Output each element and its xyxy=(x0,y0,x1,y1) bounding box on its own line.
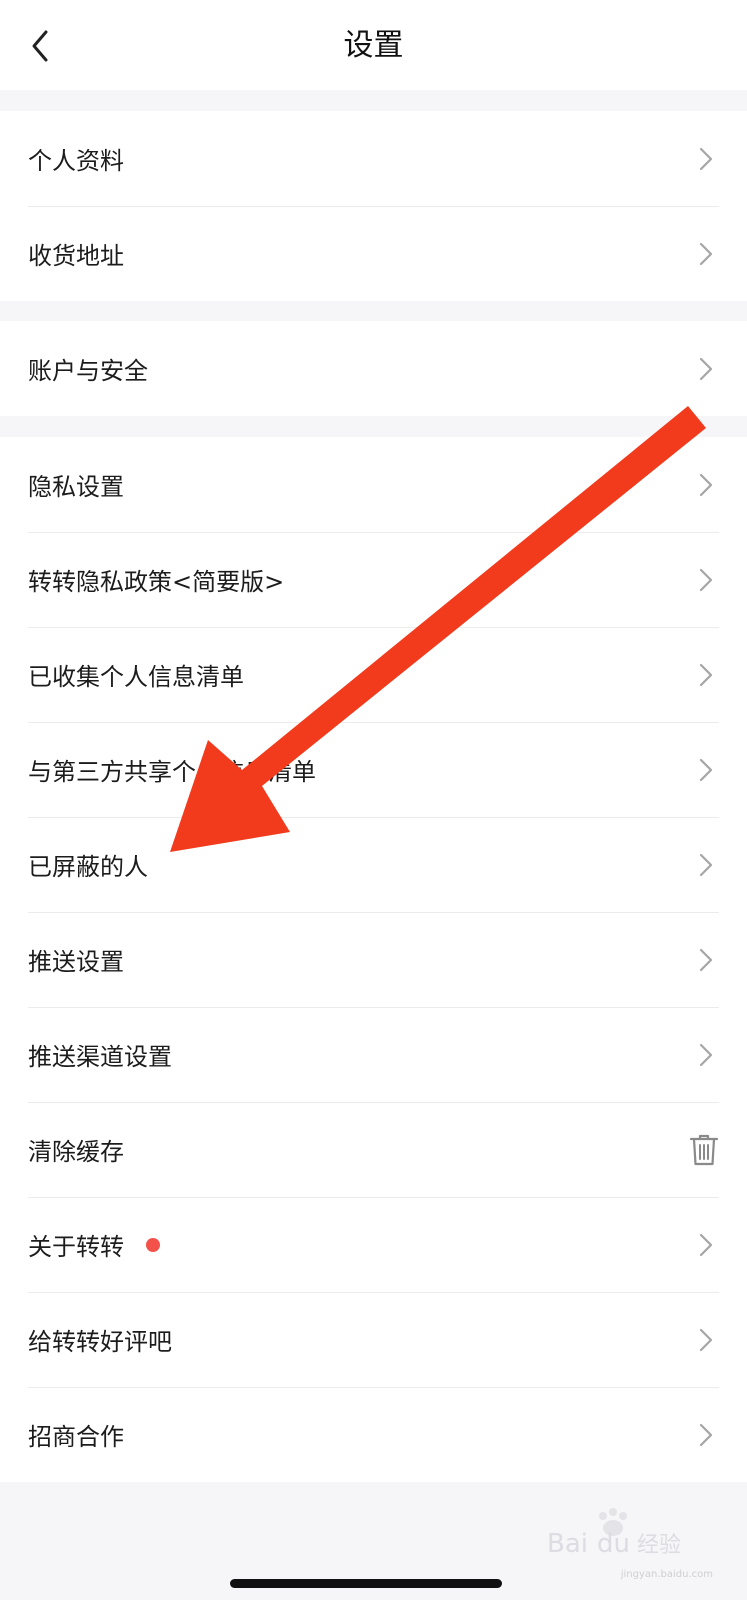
watermark-url: jingyan.baidu.com xyxy=(620,1569,713,1580)
chevron-right-icon xyxy=(699,1423,713,1446)
chevron-right-icon xyxy=(699,1328,713,1351)
settings-item-label: 关于转转 xyxy=(28,1233,124,1261)
settings-item-label: 隐私设置 xyxy=(28,473,124,501)
settings-item-privacy-policy[interactable]: 转转隐私政策<简要版> xyxy=(0,532,747,627)
chevron-right-icon xyxy=(699,663,713,686)
settings-item-label: 账户与安全 xyxy=(28,357,148,385)
settings-item-clear-cache[interactable]: 清除缓存 xyxy=(0,1102,747,1197)
svg-text:du: du xyxy=(597,1529,630,1559)
settings-item-address[interactable]: 收货地址 xyxy=(0,206,747,301)
chevron-right-icon xyxy=(699,568,713,591)
settings-item-label: 收货地址 xyxy=(28,242,124,270)
trash-icon[interactable] xyxy=(689,1133,719,1167)
settings-item-label: 清除缓存 xyxy=(28,1138,124,1166)
settings-item-account-security[interactable]: 账户与安全 xyxy=(0,321,747,416)
settings-item-label: 已屏蔽的人 xyxy=(28,853,148,881)
chevron-right-icon xyxy=(699,758,713,781)
settings-item-blocked-users[interactable]: 已屏蔽的人 xyxy=(0,817,747,912)
chevron-right-icon xyxy=(699,948,713,971)
chevron-right-icon xyxy=(699,147,713,170)
settings-item-label: 推送渠道设置 xyxy=(28,1043,172,1071)
settings-item-label: 推送设置 xyxy=(28,948,124,976)
settings-item-label: 个人资料 xyxy=(28,147,124,175)
settings-item-label: 给转转好评吧 xyxy=(28,1328,172,1356)
settings-item-rate-app[interactable]: 给转转好评吧 xyxy=(0,1292,747,1387)
home-indicator[interactable] xyxy=(230,1579,502,1588)
nav-bar: 设置 xyxy=(0,0,747,90)
chevron-right-icon xyxy=(699,242,713,265)
settings-item-push-channel[interactable]: 推送渠道设置 xyxy=(0,1007,747,1102)
settings-item-collected-info[interactable]: 已收集个人信息清单 xyxy=(0,627,747,722)
settings-item-about[interactable]: 关于转转 xyxy=(0,1197,747,1292)
chevron-right-icon xyxy=(699,1233,713,1256)
settings-item-third-party-sharing[interactable]: 与第三方共享个人信息清单 xyxy=(0,722,747,817)
chevron-right-icon xyxy=(699,473,713,496)
settings-item-profile[interactable]: 个人资料 xyxy=(0,111,747,206)
svg-text:经验: 经验 xyxy=(637,1533,681,1558)
svg-text:Bai: Bai xyxy=(547,1529,588,1559)
baidu-watermark-logo: Bai du 经验 xyxy=(547,1508,681,1559)
settings-item-label: 已收集个人信息清单 xyxy=(28,663,244,691)
settings-item-push[interactable]: 推送设置 xyxy=(0,912,747,1007)
settings-item-business-cooperation[interactable]: 招商合作 xyxy=(0,1387,747,1482)
settings-item-privacy[interactable]: 隐私设置 xyxy=(0,437,747,532)
settings-group-general: 隐私设置 转转隐私政策<简要版> 已收集个人信息清单 与第三方共享个人信息清单 … xyxy=(0,437,747,1482)
settings-item-label: 转转隐私政策<简要版> xyxy=(28,568,285,596)
chevron-right-icon xyxy=(699,357,713,380)
notification-dot xyxy=(146,1237,160,1252)
page-title: 设置 xyxy=(343,28,404,63)
settings-group-profile: 个人资料 收货地址 xyxy=(0,111,747,301)
settings-group-account: 账户与安全 xyxy=(0,321,747,416)
settings-item-label: 与第三方共享个人信息清单 xyxy=(28,758,316,786)
chevron-right-icon xyxy=(699,853,713,876)
settings-item-label: 招商合作 xyxy=(28,1423,124,1451)
chevron-right-icon xyxy=(699,1043,713,1066)
